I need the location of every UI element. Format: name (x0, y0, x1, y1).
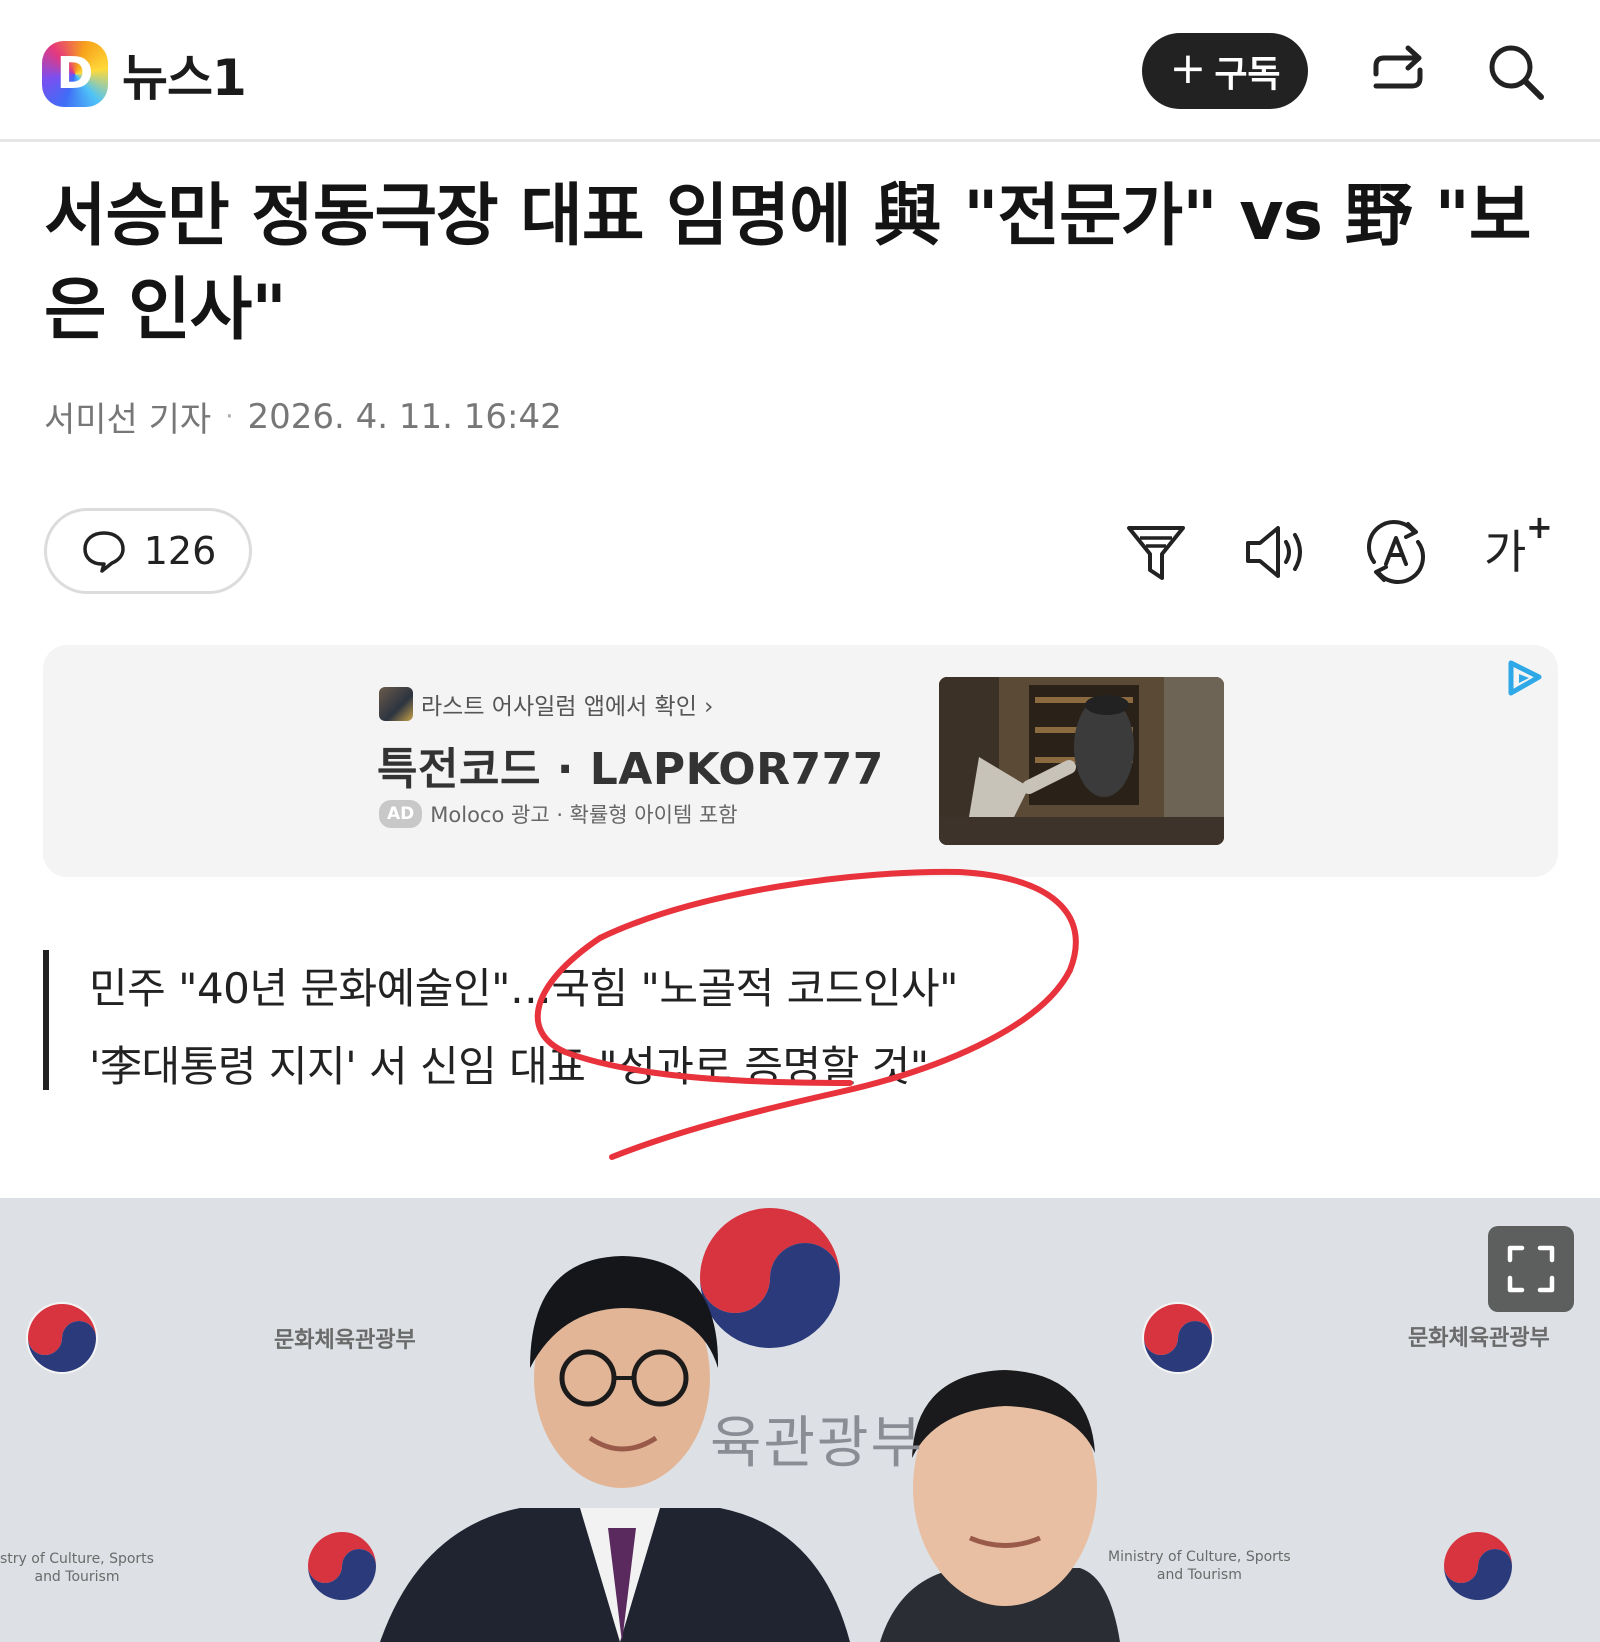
ad-image[interactable] (939, 677, 1224, 845)
fullscreen-button[interactable] (1488, 1226, 1574, 1312)
article-summary: 민주 "40년 문화예술인"…국힘 "노골적 코드인사" '李대통령 지지' 서… (43, 950, 959, 1091)
translate-icon[interactable] (1360, 516, 1432, 588)
reporter-name[interactable]: 서미선 기자 (44, 392, 211, 441)
byline: 서미선 기자 · 2026. 4. 11. 16:42 (44, 392, 562, 441)
ad-choices-icon[interactable] (1503, 657, 1547, 701)
photo-text-ministry-1: 문화체육관광부 (274, 1328, 416, 1353)
ad-banner[interactable]: 라스트 어사일럼 앱에서 확인 › 특전코드 · LAPKOR777 AD Mo… (43, 645, 1558, 877)
font-size-icon[interactable]: 가 + (1484, 508, 1556, 588)
news1-logo[interactable]: D 뉴스1 (42, 38, 247, 110)
logo-mark-icon: D (42, 41, 108, 107)
summary-line-1: 민주 "40년 문화예술인"…국힘 "노골적 코드인사" (89, 964, 959, 1013)
ad-sub-text: Moloco 광고 · 확률형 아이템 포함 (430, 803, 738, 827)
subscribe-label: 구독 (1214, 54, 1281, 95)
ad-artwork-image (939, 677, 1224, 845)
ad-title: 특전코드 · LAPKOR777 (377, 744, 884, 795)
subscribe-plus-icon: + (1169, 43, 1207, 94)
ad-app-text: 라스트 어사일럼 앱에서 확인 › (421, 694, 714, 720)
byline-separator: · (225, 401, 234, 432)
comment-bubble-icon (82, 531, 125, 573)
subscribe-button[interactable]: + 구독 (1142, 33, 1308, 109)
expand-icon (1507, 1245, 1555, 1293)
search-icon[interactable] (1484, 40, 1548, 104)
logo-mark-letter: D (56, 48, 94, 99)
filter-icon[interactable] (1120, 516, 1192, 588)
ad-badge: AD (379, 800, 423, 828)
photo-text-ministry-en-2: Ministry of Culture, Sports and Tourism (1108, 1549, 1291, 1583)
comment-count: 126 (143, 529, 217, 573)
photo-text-ministry-large: 육관광부 (710, 1411, 925, 1476)
font-size-label: 가 (1484, 525, 1527, 579)
page: D 뉴스1 + 구독 서승만 정동극장 대표 임명에 與 "전문가" vs 野 … (0, 0, 1600, 1642)
top-bar: D 뉴스1 + 구독 (0, 0, 1600, 142)
summary-line-2: '李대통령 지지' 서 신임 대표 "성과로 증명할 것" (89, 1042, 929, 1091)
photo-text-ministry-en-1: stry of Culture, Sports and Tourism (0, 1551, 154, 1585)
photo-text-ministry-2: 문화체육관광부 (1408, 1326, 1550, 1351)
share-icon[interactable] (1366, 40, 1430, 104)
app-icon (379, 687, 413, 721)
speaker-icon[interactable] (1240, 516, 1312, 588)
logo-text: 뉴스1 (122, 49, 247, 107)
publish-datetime: 2026. 4. 11. 16:42 (247, 396, 562, 437)
article-photo[interactable]: 문화체육관광부 문화체육관광부 육관광부 stry of Culture, Sp… (0, 1198, 1600, 1642)
ad-subline: AD Moloco 광고 · 확률형 아이템 포함 (379, 799, 738, 829)
font-size-plus: + (1526, 508, 1553, 546)
comment-button[interactable]: 126 (44, 508, 252, 594)
article-headline: 서승만 정동극장 대표 임명에 與 "전문가" vs 野 "보은 인사" (44, 177, 1531, 350)
ad-app-line[interactable]: 라스트 어사일럼 앱에서 확인 › (379, 687, 713, 721)
